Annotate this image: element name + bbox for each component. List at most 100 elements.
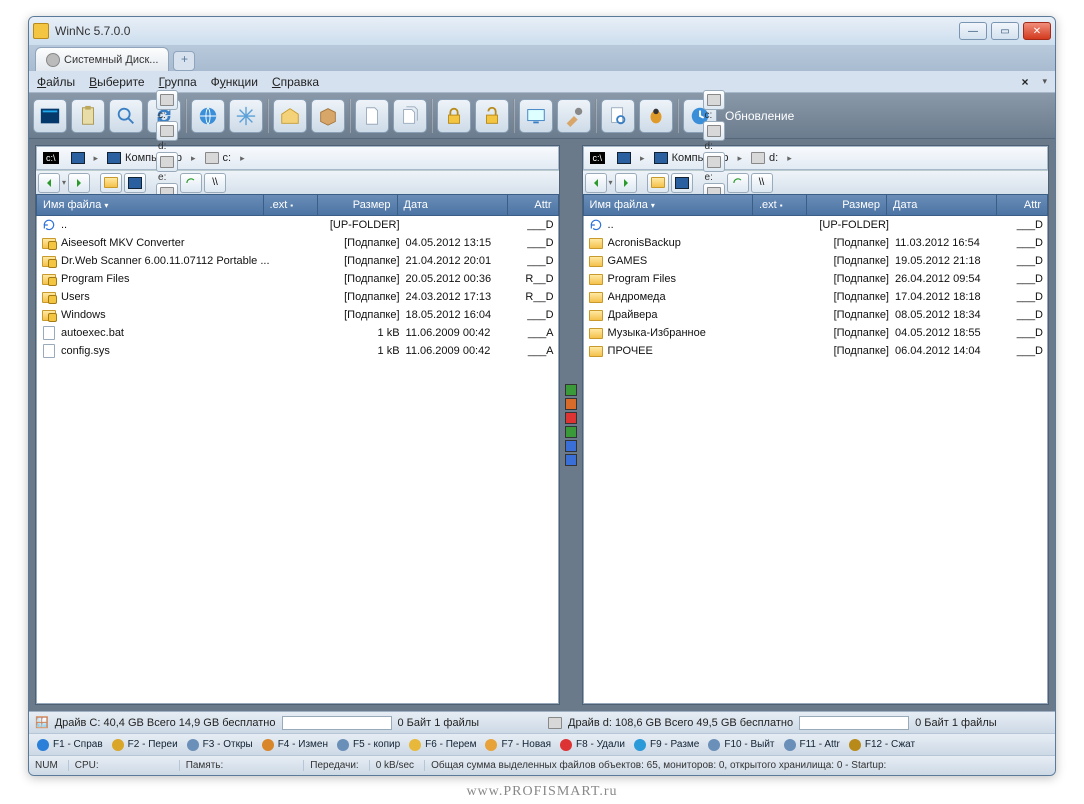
drive-button-e[interactable] [156, 152, 178, 172]
right-pathbar[interactable]: c:\ ▸ Компьютер▸ d:▸ [583, 146, 1048, 170]
snowflake-icon[interactable] [229, 99, 263, 133]
left-filelist[interactable]: ..[UP-FOLDER]___DAiseesoft MKV Converter… [36, 216, 559, 704]
menu-group[interactable]: Группа [159, 75, 197, 89]
folder-icon [588, 272, 604, 286]
file-row[interactable]: Драйвера[Подпапке]08.05.2012 18:34___D [584, 306, 1047, 324]
menu-select[interactable]: Выберите [89, 75, 144, 89]
file-row[interactable]: Users[Подпапке]24.03.2012 17:13R__D [37, 288, 558, 306]
file-row[interactable]: config.sys1 kB11.06.2009 00:42___A [37, 342, 558, 360]
left-pathbar[interactable]: c:\ ▸ Компьютер▸ c:▸ [36, 146, 559, 170]
drive-button-d[interactable] [703, 121, 725, 141]
app-icon [33, 23, 49, 39]
drive-icon [548, 717, 562, 729]
minimize-button[interactable]: — [959, 22, 987, 40]
menu-help[interactable]: Справка [272, 75, 319, 89]
mail-open-icon[interactable] [273, 99, 307, 133]
fkey-f2[interactable]: F2 - Переи [108, 738, 181, 752]
doc-search-icon[interactable] [601, 99, 635, 133]
desktop-button[interactable] [124, 173, 146, 193]
nav-forward-button[interactable] [68, 173, 90, 193]
left-columns[interactable]: Имя файла ▾ .ext ▪ Размер Дата Attr [36, 194, 559, 216]
file-row[interactable]: Dr.Web Scanner 6.00.11.07112 Portable ..… [37, 252, 558, 270]
fkey-f5[interactable]: F5 - копир [333, 738, 403, 752]
fkey-f12[interactable]: F12 - Сжат [845, 738, 918, 752]
fkey-f7[interactable]: F7 - Новая [481, 738, 554, 752]
close-button[interactable]: ✕ [1023, 22, 1051, 40]
folder-locked-icon [41, 236, 57, 250]
screen-icon[interactable] [519, 99, 553, 133]
refresh-button[interactable] [180, 173, 202, 193]
drive-icon [751, 152, 765, 164]
app-window: WinNc 5.7.0.0 — ▭ ✕ Системный Диск... + … [28, 16, 1056, 776]
file-row[interactable]: Program Files[Подпапке]20.05.2012 00:36R… [37, 270, 558, 288]
left-space-bar [282, 716, 392, 730]
fkey-f3[interactable]: F3 - Откры [183, 738, 256, 752]
menu-close-icon[interactable]: × [1021, 75, 1028, 89]
desktop-button[interactable] [671, 173, 693, 193]
fkey-f11[interactable]: F11 - Attr [780, 738, 843, 752]
fkey-f4[interactable]: F4 - Измен [258, 738, 331, 752]
status-summary: Общая сумма выделенных файлов объектов: … [424, 760, 1049, 771]
new-tab-button[interactable]: + [173, 51, 195, 71]
bug-icon[interactable] [639, 99, 673, 133]
maximize-button[interactable]: ▭ [991, 22, 1019, 40]
drive-button-c[interactable] [703, 90, 725, 110]
file-row[interactable]: Windows[Подпапке]18.05.2012 16:04___D [37, 306, 558, 324]
fkey-bar: F1 - СправF2 - ПереиF3 - ОткрыF4 - Измен… [29, 733, 1055, 755]
drive-button-d[interactable] [156, 121, 178, 141]
document-icon[interactable] [355, 99, 389, 133]
fkey-f10[interactable]: F10 - Выйт [704, 738, 777, 752]
file-row[interactable]: Aiseesoft MKV Converter[Подпапке]04.05.2… [37, 234, 558, 252]
drive-button-e[interactable] [703, 152, 725, 172]
status-cpu: CPU: [68, 760, 99, 771]
file-row[interactable]: ..[UP-FOLDER]___D [584, 216, 1047, 234]
file-row[interactable]: Program Files[Подпапке]26.04.2012 09:54_… [584, 270, 1047, 288]
folder-button[interactable] [647, 173, 669, 193]
nav-back-button[interactable] [38, 173, 60, 193]
fkey-f8[interactable]: F8 - Удали [556, 738, 628, 752]
globe-icon[interactable] [191, 99, 225, 133]
menu-dropdown-icon[interactable]: ▾ [1042, 76, 1047, 87]
tab-label: Системный Диск... [64, 54, 158, 66]
tools-icon[interactable] [557, 99, 591, 133]
network-button[interactable]: \\ [204, 173, 226, 193]
folder-button[interactable] [100, 173, 122, 193]
right-filelist[interactable]: ..[UP-FOLDER]___DAcronisBackup[Подпапке]… [583, 216, 1048, 704]
fkey-f1[interactable]: F1 - Справ [33, 738, 106, 752]
update-label[interactable]: Обновление [725, 109, 794, 123]
search-icon[interactable] [109, 99, 143, 133]
drive-button-c[interactable] [156, 90, 178, 110]
terminal-icon[interactable] [33, 99, 67, 133]
right-columns[interactable]: Имя файла ▾ .ext ▪ Размер Дата Attr [583, 194, 1048, 216]
lock-open-icon[interactable] [475, 99, 509, 133]
status-bar: NUM CPU: Память: Передачи: 0 kB/sec Обща… [29, 755, 1055, 775]
fkey-f6[interactable]: F6 - Перем [405, 738, 479, 752]
documents-icon[interactable] [393, 99, 427, 133]
status-kbs: 0 kB/sec [369, 760, 414, 771]
tab-system-disk[interactable]: Системный Диск... [35, 47, 169, 71]
file-row[interactable]: Андромеда[Подпапке]17.04.2012 18:18___D [584, 288, 1047, 306]
tabstrip: Системный Диск... + [29, 45, 1055, 71]
nav-forward-button[interactable] [615, 173, 637, 193]
win-icon: 🪟 [35, 716, 49, 729]
file-row[interactable]: ..[UP-FOLDER]___D [37, 216, 558, 234]
titlebar[interactable]: WinNc 5.7.0.0 — ▭ ✕ [29, 17, 1055, 45]
menu-files[interactable]: Файлы [37, 75, 75, 89]
nav-back-button[interactable] [585, 173, 607, 193]
fkey-f9[interactable]: F9 - Разме [630, 738, 702, 752]
file-row[interactable]: AcronisBackup[Подпапке]11.03.2012 16:54_… [584, 234, 1047, 252]
menu-functions[interactable]: Функции [211, 75, 258, 89]
file-row[interactable]: Музыка-Избранное[Подпапке]04.05.2012 18:… [584, 324, 1047, 342]
clipboard-icon[interactable] [71, 99, 105, 133]
folder-locked-icon [41, 308, 57, 322]
file-row[interactable]: autoexec.bat1 kB11.06.2009 00:42___A [37, 324, 558, 342]
refresh-button[interactable] [727, 173, 749, 193]
folder-locked-icon [41, 254, 57, 268]
network-button[interactable]: \\ [751, 173, 773, 193]
file-row[interactable]: GAMES[Подпапке]19.05.2012 21:18___D [584, 252, 1047, 270]
file-row[interactable]: ПРОЧЕЕ[Подпапке]06.04.2012 14:04___D [584, 342, 1047, 360]
splitter[interactable] [564, 145, 578, 705]
package-icon[interactable] [311, 99, 345, 133]
lock-closed-icon[interactable] [437, 99, 471, 133]
drive-icon [205, 152, 219, 164]
